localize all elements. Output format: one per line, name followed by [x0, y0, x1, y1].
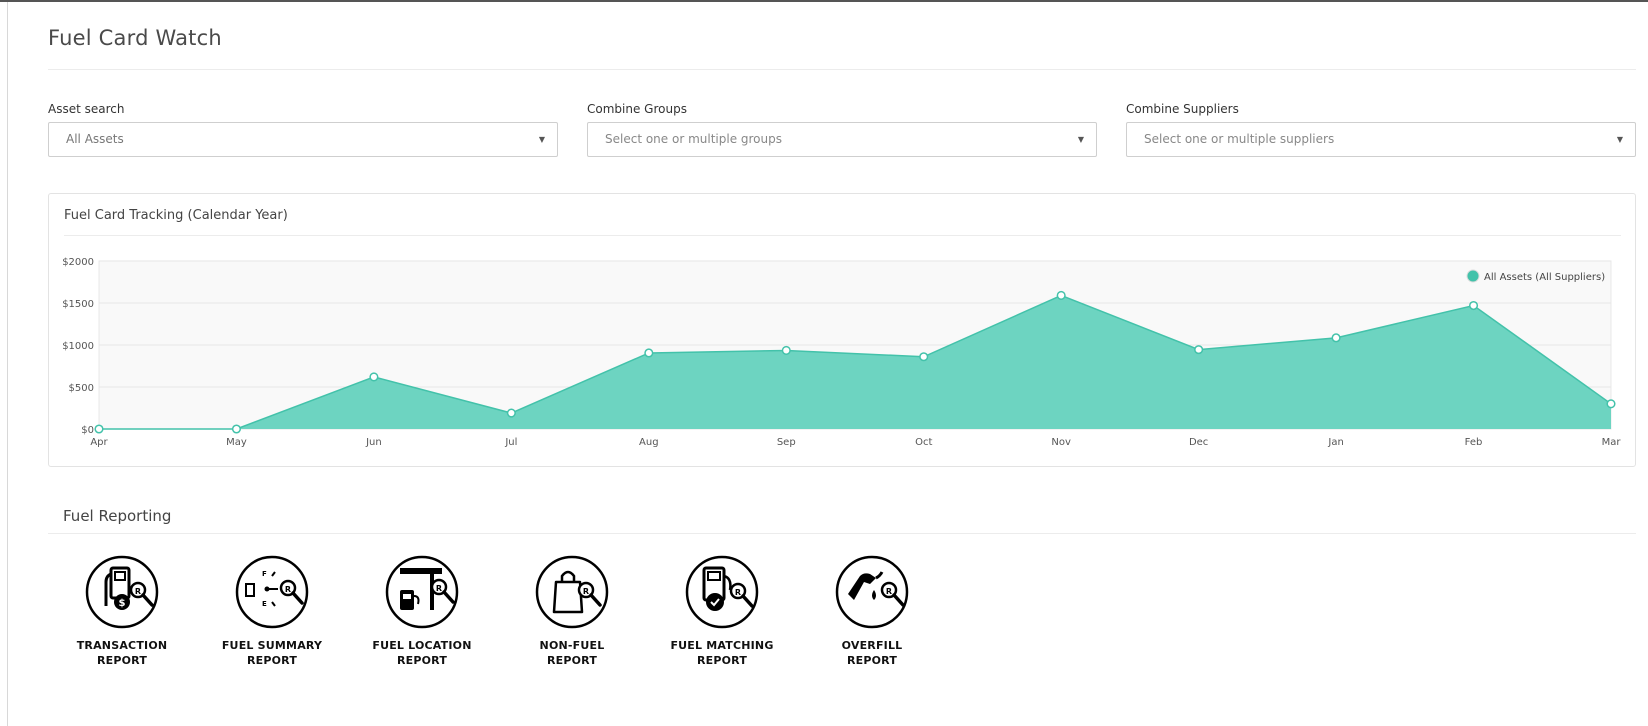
- data-point: [919, 352, 929, 362]
- data-point: [1606, 399, 1616, 409]
- report-tile-transaction[interactable]: $ R TRANSACTION REPORT: [52, 554, 192, 668]
- chevron-down-icon: ▼: [1616, 135, 1623, 144]
- report-tile-non-fuel[interactable]: R NON-FUEL REPORT: [502, 554, 642, 668]
- report-label: FUEL SUMMARY REPORT: [202, 638, 342, 668]
- svg-text:R: R: [135, 587, 141, 596]
- data-point: [781, 345, 791, 356]
- x-tick-label: Aug: [639, 437, 659, 448]
- legend-label: All Assets (All Suppliers): [1484, 272, 1605, 283]
- y-tick-label: $1000: [62, 341, 94, 352]
- x-tick-label: Jul: [504, 437, 517, 448]
- fuel-card-area-chart: $0 $500 $1000 $1500 $2000 Apr May Jun Jul Aug Sep O…: [62, 257, 1622, 448]
- data-point: [1468, 300, 1479, 311]
- report-label-line1: TRANSACTION: [76, 639, 168, 652]
- fuel-card-tracking-panel: Fuel Card Tracking (Calendar Year) $0 $50…: [48, 193, 1636, 467]
- data-point: [1194, 345, 1204, 355]
- report-label-line2: REPORT: [96, 654, 148, 667]
- fuel-gauge-icon: F E R: [234, 554, 310, 630]
- data-point: [369, 372, 379, 382]
- report-label-line1: FUEL LOCATION: [372, 639, 472, 652]
- data-point: [94, 424, 104, 434]
- report-label: TRANSACTION REPORT: [52, 638, 192, 668]
- report-label-line1: FUEL SUMMARY: [221, 639, 323, 652]
- combine-suppliers-filter: Combine Suppliers Select one or multiple…: [1126, 102, 1636, 157]
- x-tick-label: Jun: [365, 437, 382, 448]
- x-tick-label: Jan: [1327, 437, 1343, 448]
- title-divider: [48, 69, 1636, 70]
- data-point: [644, 348, 654, 358]
- report-label: FUEL MATCHING REPORT: [652, 638, 792, 668]
- report-label-line2: REPORT: [546, 654, 598, 667]
- svg-text:R: R: [436, 584, 442, 593]
- x-tick-label: Oct: [915, 437, 932, 448]
- x-tick-label: Nov: [1051, 437, 1071, 448]
- shopping-bag-icon: R: [534, 554, 610, 630]
- svg-text:R: R: [886, 587, 892, 596]
- report-label-line2: REPORT: [396, 654, 448, 667]
- asset-search-value: All Assets: [66, 132, 124, 146]
- svg-text:$: $: [119, 598, 126, 609]
- asset-search-label: Asset search: [48, 102, 125, 116]
- fuel-nozzle-drop-icon: R: [834, 554, 910, 630]
- combine-groups-label: Combine Groups: [587, 102, 687, 116]
- x-tick-label: Mar: [1602, 437, 1622, 448]
- y-tick-label: $0: [81, 425, 94, 436]
- svg-text:F: F: [262, 570, 267, 578]
- report-label: FUEL LOCATION REPORT: [352, 638, 492, 668]
- svg-text:E: E: [262, 600, 267, 608]
- report-label-line2: REPORT: [696, 654, 748, 667]
- x-tick-label: Feb: [1465, 437, 1483, 448]
- x-tick-label: Dec: [1189, 437, 1208, 448]
- left-border: [7, 2, 8, 726]
- svg-text:R: R: [285, 585, 291, 594]
- data-point: [1331, 333, 1341, 343]
- x-tick-label: Sep: [777, 437, 796, 448]
- chevron-down-icon: ▼: [538, 135, 545, 144]
- combine-suppliers-select[interactable]: Select one or multiple suppliers ▼: [1126, 122, 1636, 157]
- y-tick-label: $500: [69, 383, 94, 394]
- svg-text:R: R: [735, 588, 741, 597]
- fuel-pump-dollar-icon: $ R: [84, 554, 160, 630]
- x-tick-label: Apr: [90, 437, 108, 448]
- asset-search-select[interactable]: All Assets ▼: [48, 122, 558, 157]
- report-tile-overfill[interactable]: R OVERFILL REPORT: [802, 554, 942, 668]
- top-border: [0, 0, 1648, 2]
- svg-text:R: R: [583, 587, 589, 596]
- fuel-reporting-title: Fuel Reporting: [63, 507, 172, 525]
- report-tile-fuel-matching[interactable]: R FUEL MATCHING REPORT: [652, 554, 792, 668]
- report-label-line1: FUEL MATCHING: [670, 639, 774, 652]
- combine-suppliers-label: Combine Suppliers: [1126, 102, 1239, 116]
- fuel-pump-check-icon: R: [684, 554, 760, 630]
- data-point: [231, 424, 242, 434]
- y-tick-label: $2000: [62, 257, 94, 268]
- report-tile-fuel-summary[interactable]: F E R FUEL SUMMARY REPORT: [202, 554, 342, 668]
- legend-marker: [1466, 269, 1480, 283]
- data-point: [1056, 290, 1066, 300]
- y-tick-label: $1500: [62, 299, 94, 310]
- combine-groups-select[interactable]: Select one or multiple groups ▼: [587, 122, 1097, 157]
- report-label-line1: OVERFILL: [841, 639, 903, 652]
- report-label: NON-FUEL REPORT: [502, 638, 642, 668]
- fuel-reporting-divider: [48, 533, 1636, 534]
- combine-suppliers-placeholder: Select one or multiple suppliers: [1144, 132, 1335, 146]
- chevron-down-icon: ▼: [1077, 135, 1084, 144]
- report-label: OVERFILL REPORT: [802, 638, 942, 668]
- report-label-line2: REPORT: [246, 654, 298, 667]
- x-tick-label: May: [226, 437, 247, 448]
- combine-groups-placeholder: Select one or multiple groups: [605, 132, 782, 146]
- combine-groups-filter: Combine Groups Select one or multiple gr…: [587, 102, 1097, 157]
- report-label-line2: REPORT: [846, 654, 898, 667]
- page-title: Fuel Card Watch: [48, 26, 222, 50]
- fuel-station-icon: R: [384, 554, 460, 630]
- report-tile-fuel-location[interactable]: R FUEL LOCATION REPORT: [352, 554, 492, 668]
- asset-search-filter: Asset search All Assets ▼: [48, 102, 558, 157]
- report-label-line1: NON-FUEL: [539, 639, 605, 652]
- data-point: [506, 408, 516, 418]
